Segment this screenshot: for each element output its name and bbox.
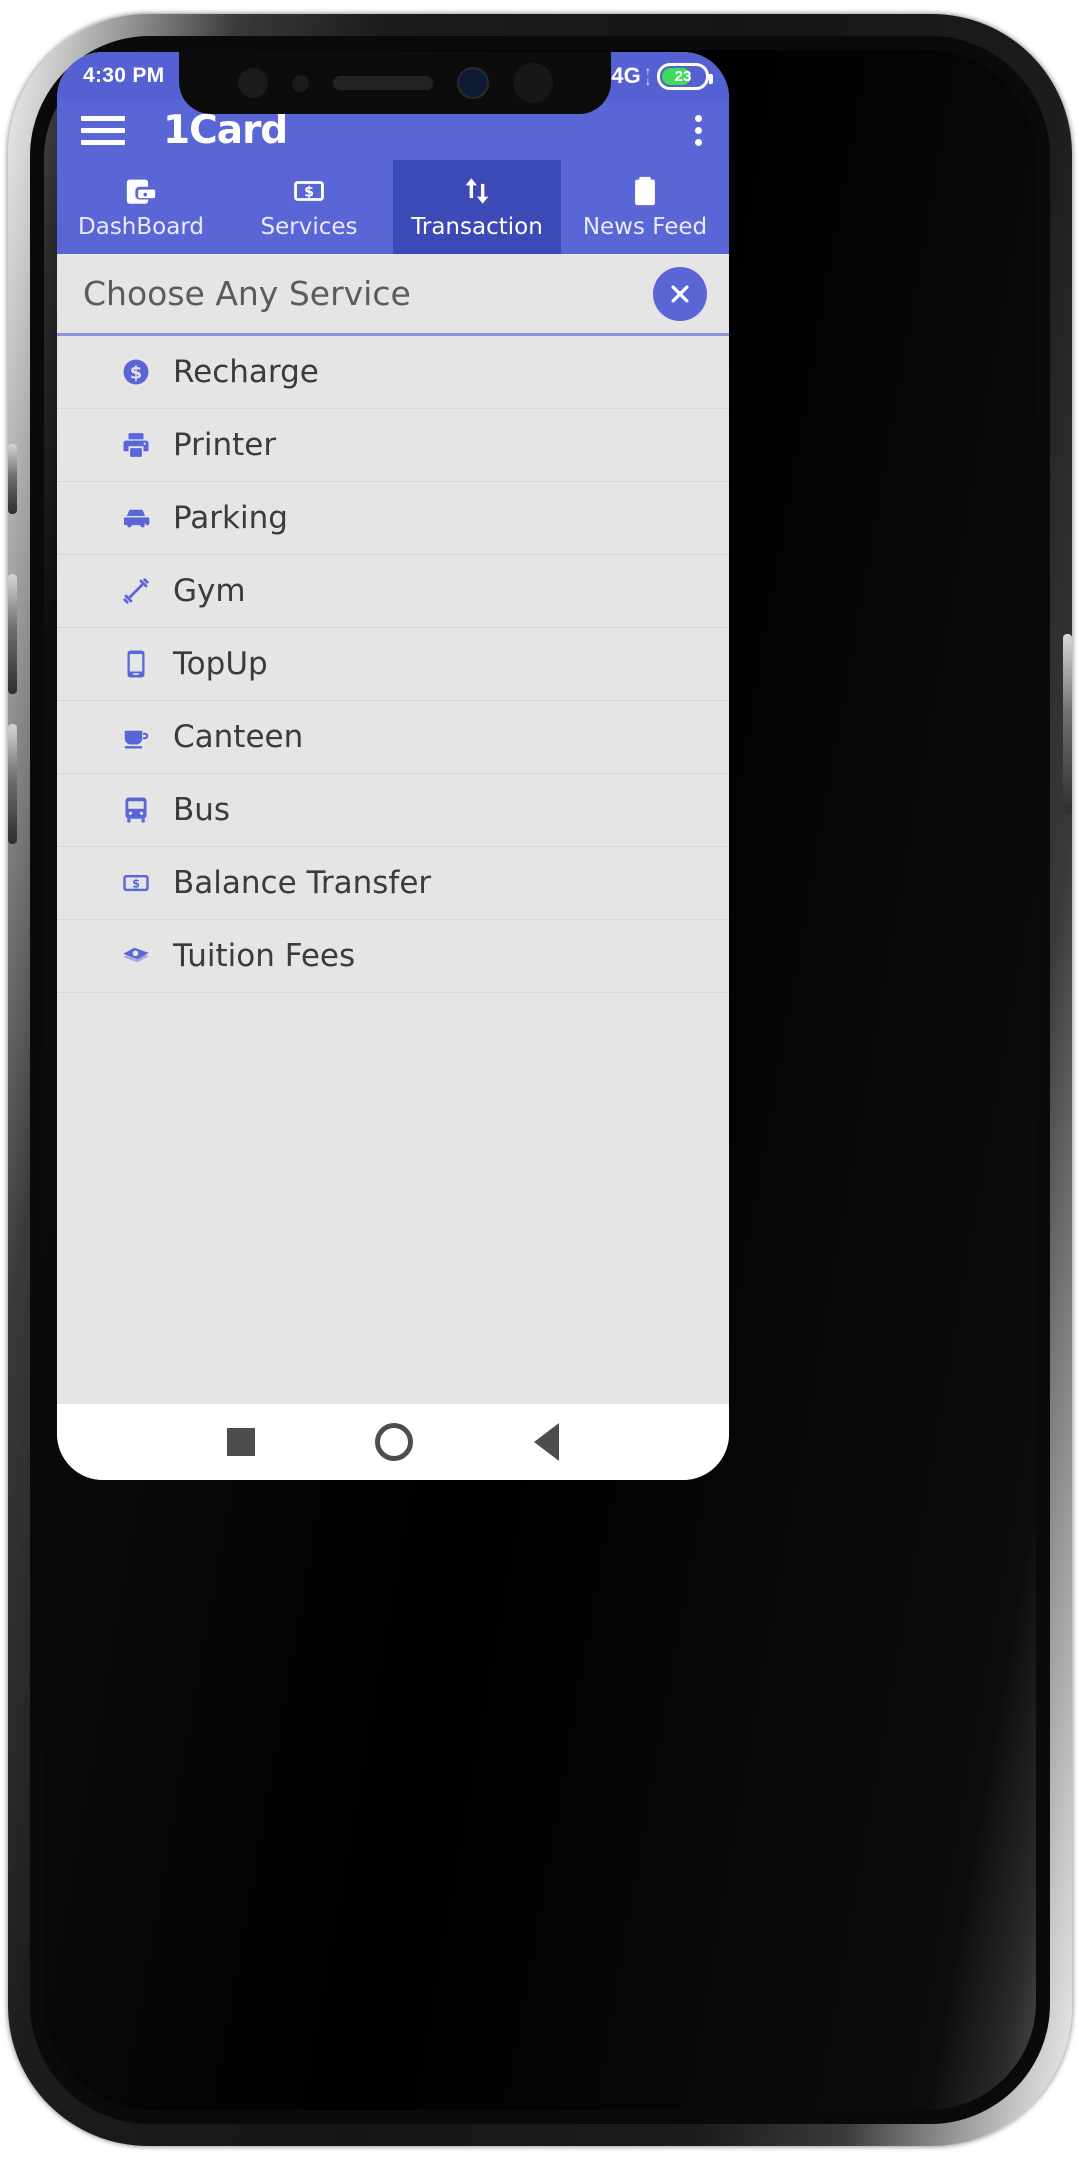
- tab-services[interactable]: $ Services: [225, 160, 393, 254]
- status-bar-network-label: 4G: [611, 63, 641, 88]
- coffee-cup-icon: [119, 720, 153, 754]
- list-item-label: Gym: [173, 573, 246, 609]
- notch-ir-camera-icon: [512, 63, 553, 103]
- search-input-placeholder[interactable]: Choose Any Service: [83, 274, 653, 313]
- svg-text:$: $: [132, 877, 140, 890]
- tab-news-feed[interactable]: News Feed: [561, 160, 729, 254]
- printer-icon: [119, 428, 153, 462]
- svg-text:$: $: [304, 185, 314, 201]
- tab-bar: DashBoard $ Services Transaction News Fe…: [57, 160, 729, 254]
- tab-label: News Feed: [582, 214, 708, 240]
- tab-dashboard[interactable]: DashBoard: [57, 160, 225, 254]
- list-item-label: Recharge: [173, 354, 319, 390]
- bus-icon: [119, 793, 153, 827]
- list-item[interactable]: Gym: [57, 555, 729, 628]
- service-list: $ Recharge Printer Parking Gym TopUp Can…: [57, 336, 729, 993]
- list-item[interactable]: Tuition Fees: [57, 920, 729, 993]
- service-search-field[interactable]: Choose Any Service: [57, 254, 729, 336]
- content-area: Choose Any Service $ Recharge Printer Pa…: [57, 254, 729, 1480]
- car-icon: [119, 501, 153, 535]
- dumbbell-icon: [119, 574, 153, 608]
- list-item-label: Parking: [173, 500, 288, 536]
- list-item[interactable]: Parking: [57, 482, 729, 555]
- list-item-label: Printer: [173, 427, 277, 463]
- list-item[interactable]: $ Balance Transfer: [57, 847, 729, 920]
- status-bar-time: 4:30 PM: [83, 64, 165, 87]
- battery-percent-label: 23: [674, 67, 692, 85]
- screenshot-root: 4:30 PM 4G ↑ ↓ 23 1Card DashBoard $ Serv…: [0, 0, 1080, 2160]
- money-stack-icon: [119, 939, 153, 973]
- circle-home-icon[interactable]: [375, 1423, 414, 1461]
- android-navigation-bar: [57, 1404, 729, 1480]
- list-item-label: Bus: [173, 792, 231, 828]
- money-bill-icon: $: [292, 174, 326, 208]
- list-item[interactable]: $ Recharge: [57, 336, 729, 409]
- hamburger-menu-icon[interactable]: [81, 115, 125, 145]
- square-recents-icon[interactable]: [227, 1428, 256, 1456]
- tab-label: DashBoard: [78, 214, 204, 240]
- money-bill-icon: $: [119, 866, 153, 900]
- notch-sensor-icon: [291, 74, 309, 92]
- list-item[interactable]: Canteen: [57, 701, 729, 774]
- list-item[interactable]: Bus: [57, 774, 729, 847]
- tab-label: Services: [260, 214, 358, 240]
- list-item[interactable]: Printer: [57, 409, 729, 482]
- triangle-back-icon[interactable]: [533, 1423, 559, 1461]
- more-vertical-icon[interactable]: [693, 114, 703, 146]
- wallet-card-icon: [124, 174, 158, 208]
- tab-label: Transaction: [411, 214, 543, 240]
- app-title: 1Card: [163, 107, 288, 153]
- list-item[interactable]: TopUp: [57, 628, 729, 701]
- phone-button-volume-down[interactable]: [8, 724, 17, 844]
- list-empty-space: [57, 993, 729, 1404]
- mobile-phone-icon: [119, 647, 153, 681]
- notch-speaker-icon: [332, 76, 433, 90]
- notch-front-camera-icon: [456, 67, 489, 99]
- phone-button-volume-up[interactable]: [8, 574, 17, 694]
- phone-button-power[interactable]: [1063, 634, 1072, 814]
- list-item-label: Canteen: [173, 719, 304, 755]
- svg-text:$: $: [130, 363, 142, 383]
- tab-transaction[interactable]: Transaction: [393, 160, 561, 254]
- exchange-arrows-icon: [460, 174, 494, 208]
- list-item-label: TopUp: [173, 646, 268, 682]
- phone-button-mute[interactable]: [8, 444, 17, 514]
- clipboard-icon: [628, 174, 662, 208]
- battery-icon: 23: [657, 62, 713, 90]
- list-item-label: Tuition Fees: [173, 938, 356, 974]
- notch-camera-icon: [237, 68, 268, 98]
- list-item-label: Balance Transfer: [173, 865, 432, 901]
- dollar-circle-icon: $: [119, 355, 153, 389]
- data-transfer-arrows-icon: ↑ ↓: [645, 64, 651, 88]
- close-x-icon[interactable]: [653, 266, 707, 321]
- phone-notch: [179, 52, 611, 114]
- phone-screen: 4:30 PM 4G ↑ ↓ 23 1Card DashBoard $ Serv…: [57, 52, 729, 1480]
